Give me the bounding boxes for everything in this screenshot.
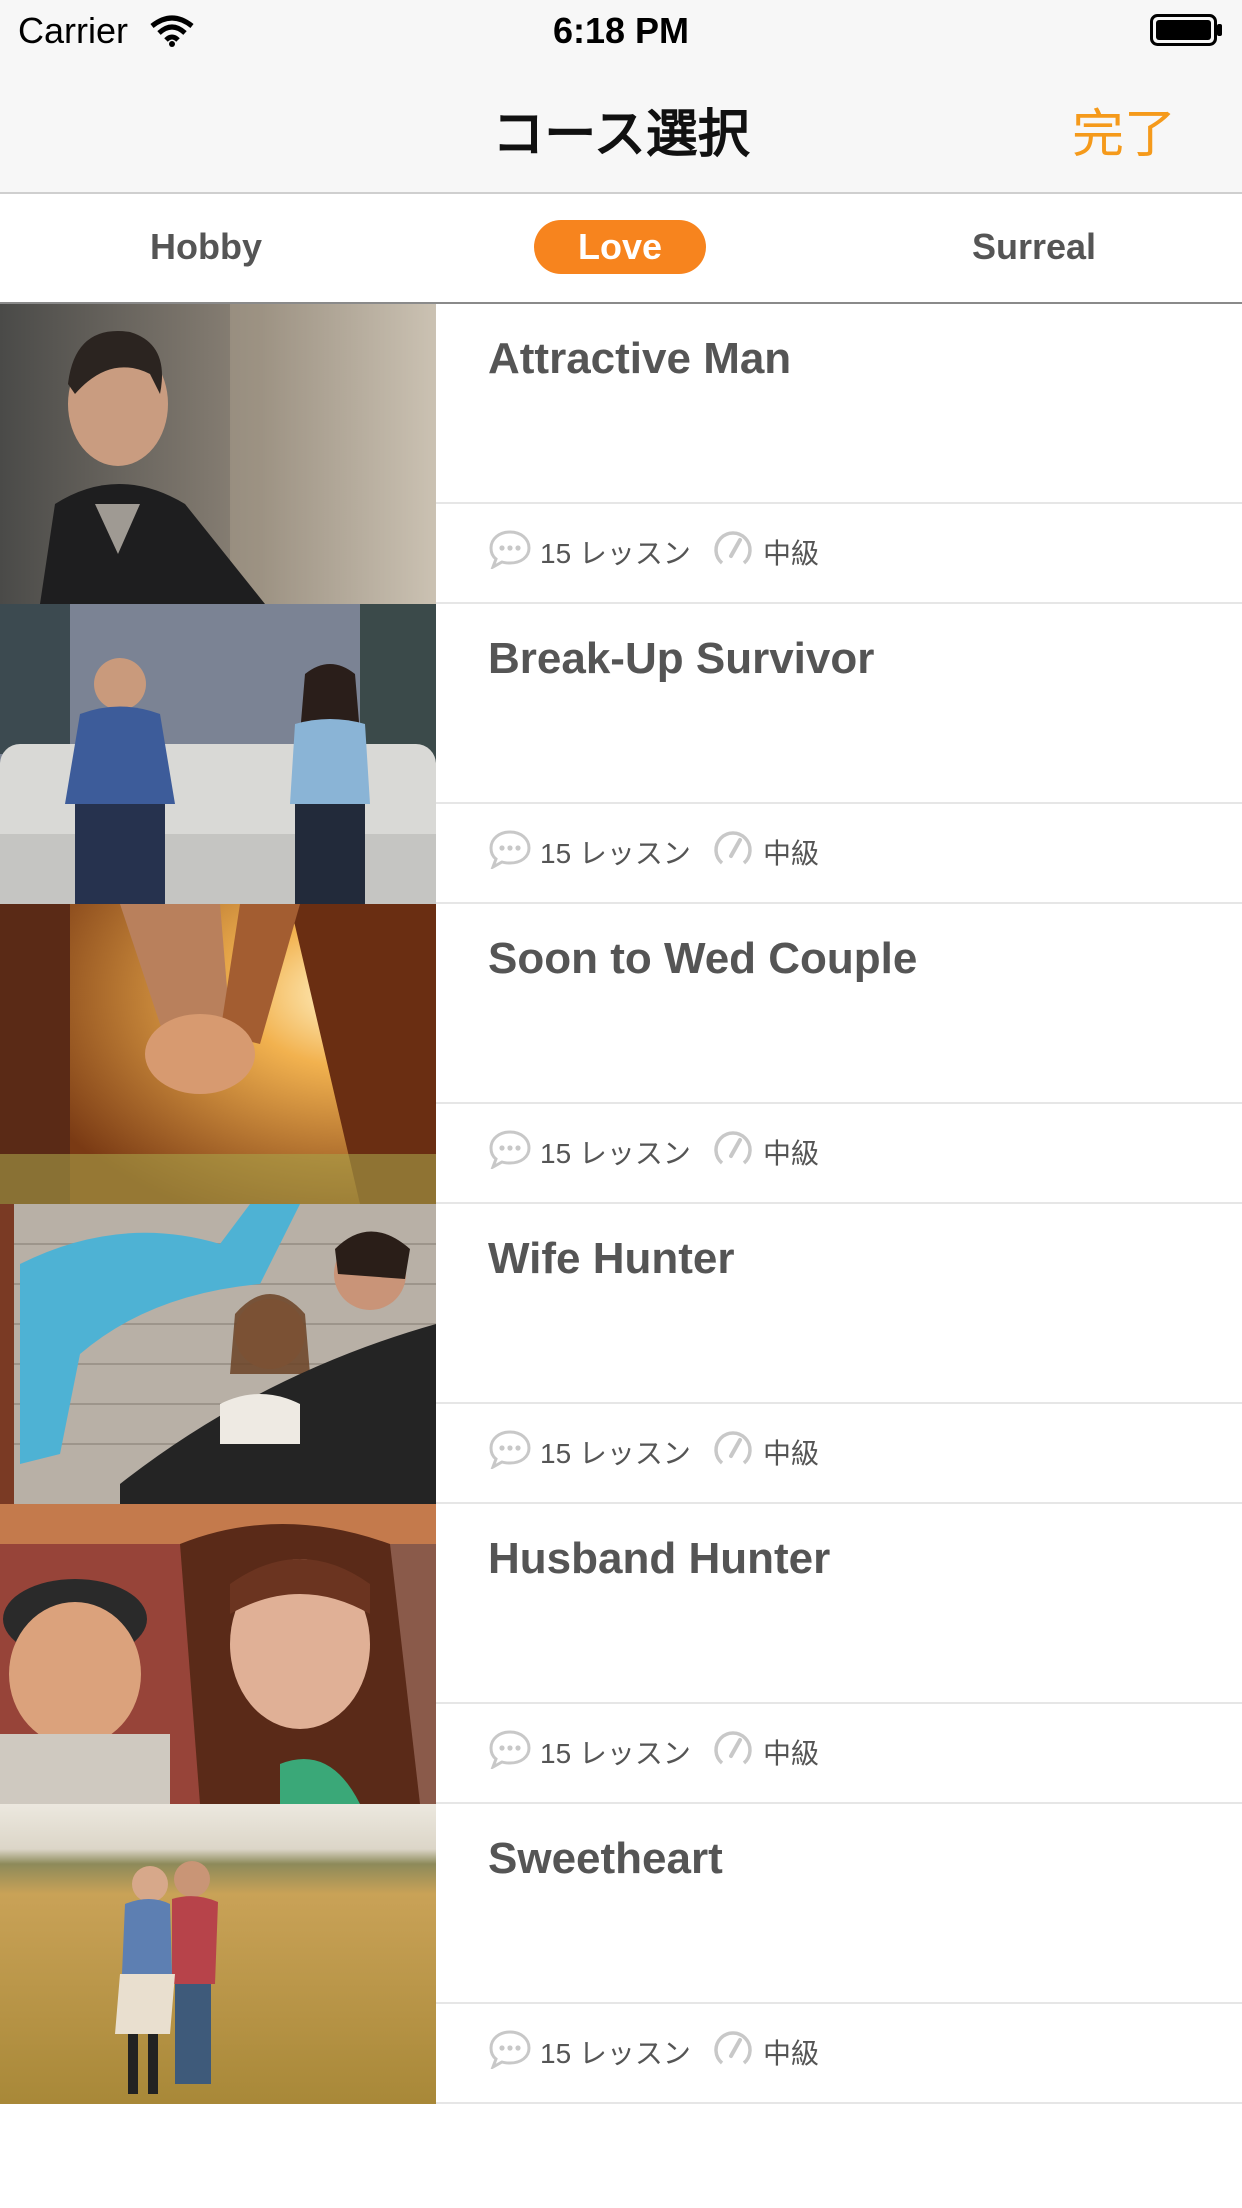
course-meta: 15 レッスン 中級 xyxy=(488,1122,819,1182)
course-title: Sweetheart xyxy=(488,1834,723,1883)
course-row[interactable]: Wife Hunter 15 レッスン 中級 xyxy=(0,1204,1242,1504)
gauge-icon xyxy=(711,827,755,878)
couple-brick-wall-photo xyxy=(0,1204,436,1504)
difficulty-level: 中級 xyxy=(762,1438,819,1469)
lesson-count: 15 レッスン xyxy=(540,1738,691,1769)
course-title: Break-Up Survivor xyxy=(488,634,875,683)
course-meta: 15 レッスン 中級 xyxy=(488,822,819,882)
couple-kissing-field-photo xyxy=(0,1804,436,2104)
done-button[interactable]: 完了 xyxy=(1072,92,1176,167)
course-title: Soon to Wed Couple xyxy=(488,934,918,983)
course-title: Husband Hunter xyxy=(488,1534,831,1583)
category-tabs: Hobby Love Surreal xyxy=(0,194,1242,304)
tab-love[interactable]: Love xyxy=(534,220,706,274)
lesson-count: 15 レッスン xyxy=(540,838,691,869)
couple-portrait-photo xyxy=(0,1504,436,1804)
course-list: Attractive Man 15 レッスン 中級 Break-Up Survi… xyxy=(0,304,1242,2104)
gauge-icon xyxy=(711,2027,755,2078)
course-row[interactable]: Break-Up Survivor 15 レッスン 中級 xyxy=(0,604,1242,904)
difficulty-level: 中級 xyxy=(762,838,819,869)
page-title: コース選択 xyxy=(492,106,750,164)
tab-hobby[interactable]: Hobby xyxy=(106,220,306,274)
chat-bubble-icon xyxy=(488,529,532,576)
course-title: Wife Hunter xyxy=(488,1234,735,1283)
couple-on-sofa-photo xyxy=(0,604,436,904)
course-meta: 15 レッスン 中級 xyxy=(488,2022,819,2082)
course-meta: 15 レッスン 中級 xyxy=(488,522,819,582)
lesson-count: 15 レッスン xyxy=(540,1438,691,1469)
man-portrait-photo xyxy=(0,304,436,604)
status-time: 6:18 PM xyxy=(552,10,690,51)
gauge-icon xyxy=(711,1427,755,1478)
course-meta: 15 レッスン 中級 xyxy=(488,1422,819,1482)
tab-surreal[interactable]: Surreal xyxy=(934,220,1134,274)
battery-icon xyxy=(1150,14,1224,51)
difficulty-level: 中級 xyxy=(762,2038,819,2069)
chat-bubble-icon xyxy=(488,2029,532,2076)
gauge-icon xyxy=(711,1127,755,1178)
lesson-count: 15 レッスン xyxy=(540,1138,691,1169)
holding-hands-sunset-photo xyxy=(0,904,436,1204)
course-title: Attractive Man xyxy=(488,334,792,383)
chat-bubble-icon xyxy=(488,1429,532,1476)
course-row[interactable]: Sweetheart 15 レッスン 中級 xyxy=(0,1804,1242,2104)
status-bar: Carrier 6:18 PM xyxy=(0,0,1242,62)
lesson-count: 15 レッスン xyxy=(540,538,691,569)
gauge-icon xyxy=(711,527,755,578)
difficulty-level: 中級 xyxy=(762,1738,819,1769)
course-meta: 15 レッスン 中級 xyxy=(488,1722,819,1782)
chat-bubble-icon xyxy=(488,1729,532,1776)
chat-bubble-icon xyxy=(488,1129,532,1176)
gauge-icon xyxy=(711,1727,755,1778)
difficulty-level: 中級 xyxy=(762,1138,819,1169)
difficulty-level: 中級 xyxy=(762,538,819,569)
navigation-bar: コース選択 完了 xyxy=(0,62,1242,194)
chat-bubble-icon xyxy=(488,829,532,876)
course-row[interactable]: Husband Hunter 15 レッスン 中級 xyxy=(0,1504,1242,1804)
course-row[interactable]: Attractive Man 15 レッスン 中級 xyxy=(0,304,1242,604)
lesson-count: 15 レッスン xyxy=(540,2038,691,2069)
course-row[interactable]: Soon to Wed Couple 15 レッスン 中級 xyxy=(0,904,1242,1204)
